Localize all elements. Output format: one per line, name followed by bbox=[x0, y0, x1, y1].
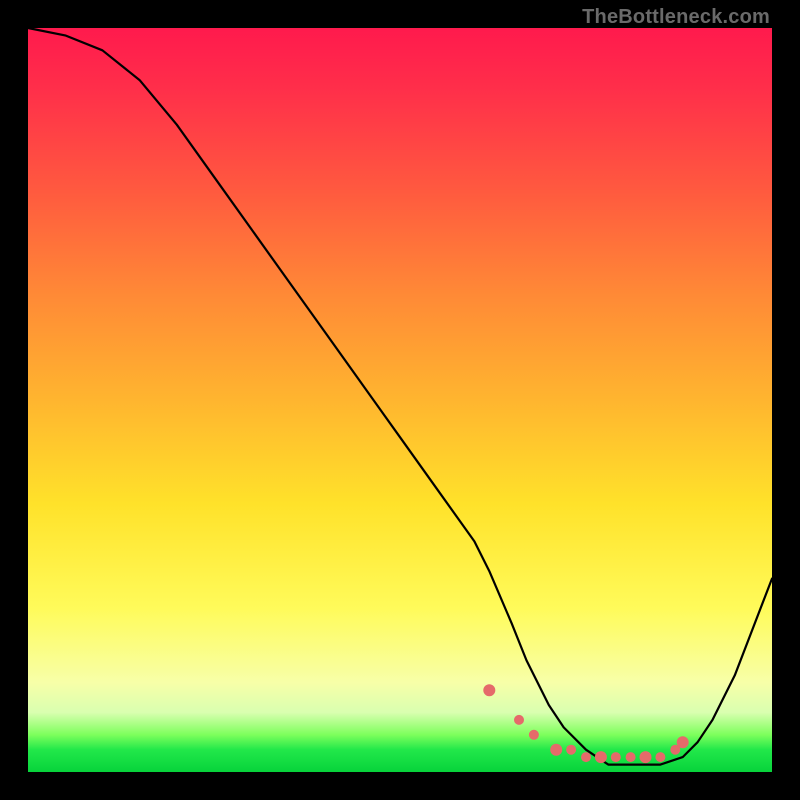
chart-plot-area bbox=[28, 28, 772, 772]
marker-dot bbox=[595, 751, 607, 763]
chart-svg bbox=[28, 28, 772, 772]
marker-dot bbox=[529, 730, 539, 740]
marker-dot bbox=[581, 752, 591, 762]
chart-frame: TheBottleneck.com bbox=[0, 0, 800, 800]
optimal-range-markers bbox=[483, 684, 688, 763]
marker-dot bbox=[566, 745, 576, 755]
marker-dot bbox=[655, 752, 665, 762]
marker-dot bbox=[550, 744, 562, 756]
marker-dot bbox=[611, 752, 621, 762]
marker-dot bbox=[483, 684, 495, 696]
marker-dot bbox=[626, 752, 636, 762]
bottleneck-curve bbox=[28, 28, 772, 765]
marker-dot bbox=[514, 715, 524, 725]
marker-dot bbox=[677, 736, 689, 748]
marker-dot bbox=[640, 751, 652, 763]
watermark-text: TheBottleneck.com bbox=[582, 6, 770, 29]
